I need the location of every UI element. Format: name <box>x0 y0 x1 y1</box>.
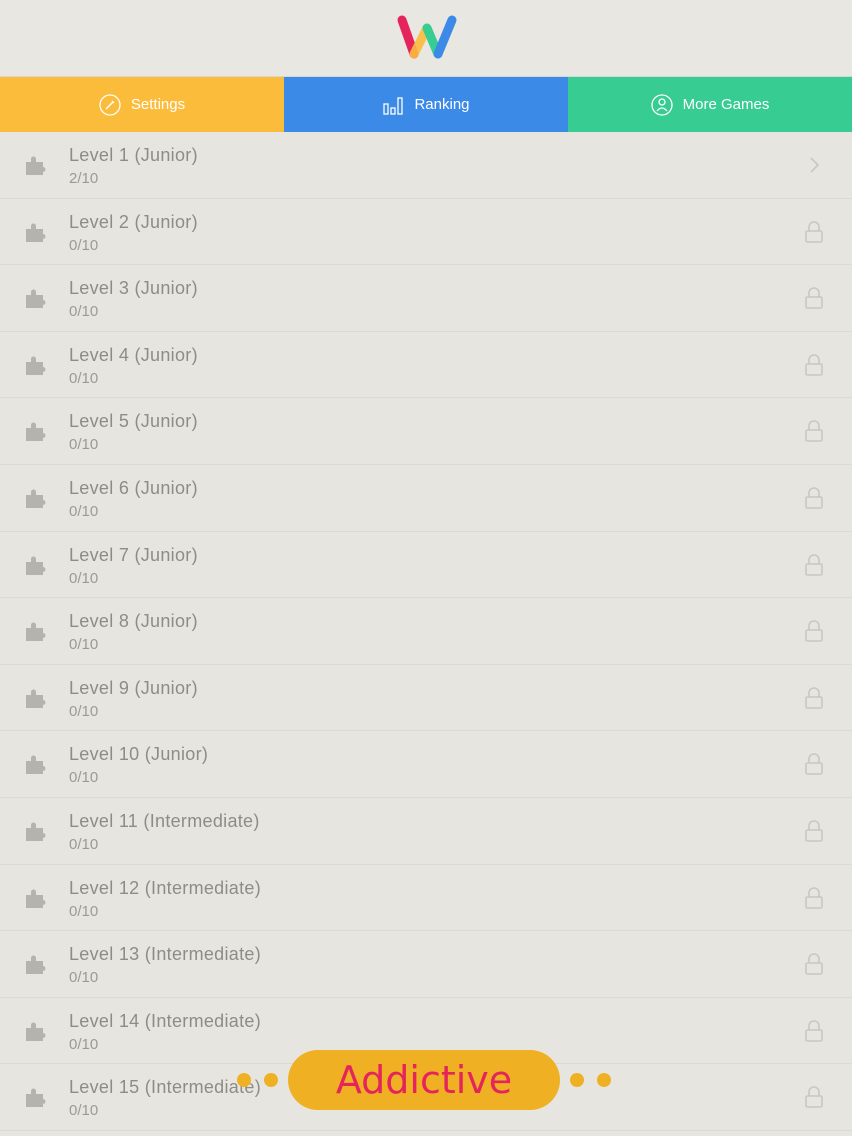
tab-settings[interactable]: Settings <box>0 77 284 132</box>
tab-bar: Settings Ranking More Games <box>0 77 852 132</box>
level-row[interactable]: Level 8 (Junior) 0/10 <box>0 598 852 665</box>
puzzle-icon <box>26 889 46 908</box>
level-progress: 0/10 <box>69 769 99 787</box>
puzzle-icon <box>26 822 46 841</box>
level-title: Level 15 (Intermediate) <box>69 1077 261 1098</box>
level-row[interactable]: Level 2 (Junior) 0/10 <box>0 199 852 266</box>
puzzle-icon <box>26 689 46 708</box>
level-list: Level 1 (Junior) 2/10 Level 2 (Junior) 0/10… <box>0 132 852 1131</box>
tab-more-games-label: More Games <box>682 96 770 113</box>
app-header <box>0 0 852 77</box>
banner-text: Addictive <box>335 1058 513 1102</box>
level-row[interactable]: Level 3 (Junior) 0/10 <box>0 265 852 332</box>
puzzle-icon <box>26 489 46 508</box>
bar-chart-icon <box>383 96 404 115</box>
banner-dot <box>264 1073 278 1087</box>
puzzle-icon <box>26 955 46 975</box>
tab-more-games[interactable]: More Games <box>568 77 852 132</box>
level-progress: 0/10 <box>69 369 99 387</box>
level-progress: 2/10 <box>69 170 99 187</box>
level-row[interactable]: Level 4 (Junior) 0/10 <box>0 332 852 399</box>
lock-icon <box>805 753 823 776</box>
lock-icon <box>805 220 823 243</box>
level-progress: 0/10 <box>69 1102 99 1120</box>
lock-icon <box>805 487 823 509</box>
addictive-banner[interactable]: Addictive <box>288 1050 560 1110</box>
level-row[interactable]: Level 1 (Junior) 2/10 <box>0 132 852 199</box>
level-title: Level 7 (Junior) <box>69 544 198 565</box>
lock-icon <box>805 953 823 975</box>
banner-dot <box>237 1073 251 1087</box>
level-title: Level 3 (Junior) <box>69 278 198 299</box>
puzzle-icon <box>26 1022 46 1041</box>
puzzle-icon <box>26 156 46 175</box>
level-row[interactable]: Level 13 (Intermediate) 0/10 <box>0 931 852 998</box>
level-progress: 0/10 <box>69 702 99 720</box>
lock-icon <box>805 687 823 709</box>
level-progress: 0/10 <box>69 1035 99 1053</box>
banner-dot <box>570 1073 584 1087</box>
puzzle-icon <box>26 755 46 775</box>
banner-dot <box>597 1073 611 1087</box>
level-row[interactable]: Level 6 (Junior) 0/10 <box>0 465 852 532</box>
level-title: Level 14 (Intermediate) <box>69 1010 261 1031</box>
level-row[interactable]: Level 5 (Junior) 0/10 <box>0 398 852 465</box>
settings-icon <box>99 93 121 116</box>
puzzle-icon <box>26 422 46 442</box>
level-title: Level 1 (Junior) <box>69 145 198 165</box>
level-title: Level 9 (Junior) <box>69 677 198 698</box>
puzzle-icon <box>26 556 46 575</box>
level-progress: 0/10 <box>69 502 99 520</box>
puzzle-icon <box>26 622 46 642</box>
level-progress: 0/10 <box>69 569 99 587</box>
lock-icon <box>805 620 823 642</box>
lock-icon <box>805 1086 823 1109</box>
person-icon <box>650 93 673 116</box>
level-title: Level 2 (Junior) <box>69 211 198 232</box>
lock-icon <box>805 820 823 842</box>
level-row[interactable]: Level 9 (Junior) 0/10 <box>0 665 852 732</box>
level-title: Level 8 (Junior) <box>69 611 198 632</box>
level-title: Level 11 (Intermediate) <box>69 810 260 831</box>
puzzle-icon <box>26 223 46 242</box>
level-title: Level 10 (Junior) <box>69 744 209 765</box>
level-title: Level 6 (Junior) <box>69 477 198 498</box>
level-progress: 0/10 <box>69 969 99 987</box>
lock-icon <box>805 420 823 443</box>
lock-icon <box>805 354 823 376</box>
puzzle-icon <box>26 1088 46 1108</box>
level-progress: 0/10 <box>69 835 99 853</box>
tab-ranking-label: Ranking <box>414 96 470 113</box>
level-progress: 0/10 <box>69 902 99 920</box>
level-row[interactable]: Level 10 (Junior) 0/10 <box>0 731 852 798</box>
level-title: Level 5 (Junior) <box>69 411 198 432</box>
chevron-right-icon <box>810 157 820 173</box>
level-title: Level 13 (Intermediate) <box>69 944 261 965</box>
app-logo <box>397 15 457 59</box>
level-title: Level 12 (Intermediate) <box>69 877 261 898</box>
tab-settings-label: Settings <box>130 96 186 113</box>
level-row[interactable]: Level 11 (Intermediate) 0/10 <box>0 798 852 865</box>
level-title: Level 4 (Junior) <box>69 344 198 365</box>
level-progress: 0/10 <box>69 436 99 454</box>
level-row[interactable]: Level 7 (Junior) 0/10 <box>0 532 852 599</box>
tab-ranking[interactable]: Ranking <box>284 77 568 132</box>
lock-icon <box>805 287 823 309</box>
lock-icon <box>805 1019 823 1042</box>
level-progress: 0/10 <box>69 636 99 654</box>
level-row[interactable]: Level 12 (Intermediate) 0/10 <box>0 865 852 932</box>
level-progress: 0/10 <box>69 236 99 254</box>
puzzle-icon <box>26 289 46 309</box>
puzzle-icon <box>26 356 46 375</box>
level-progress: 0/10 <box>69 303 99 321</box>
lock-icon <box>805 886 823 909</box>
lock-icon <box>805 553 823 576</box>
